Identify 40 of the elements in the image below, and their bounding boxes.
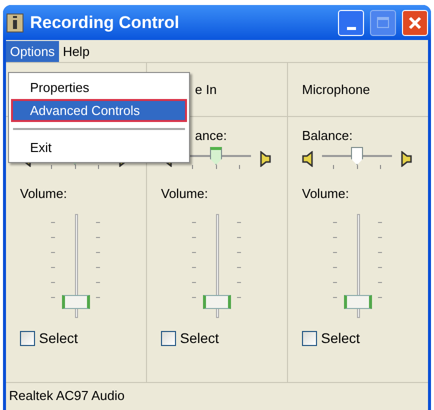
tick-marks [192, 165, 240, 170]
tick-marks [51, 165, 99, 170]
window-title: Recording Control [30, 12, 180, 34]
maximize-button[interactable] [370, 10, 396, 36]
volume-label: Volume: [301, 185, 350, 203]
select-checkbox[interactable]: Select [6, 328, 146, 348]
tick-marks [333, 165, 381, 170]
menu-item[interactable]: Help [58, 41, 94, 62]
volume-label: Volume: [19, 185, 68, 203]
menu-item[interactable]: Options [6, 41, 59, 62]
menu-option[interactable]: Exit [11, 136, 187, 159]
slider-thumb[interactable] [62, 294, 90, 308]
balance-slider[interactable] [322, 147, 392, 165]
speaker-icon [302, 150, 316, 166]
select-checkbox[interactable]: Select [147, 328, 287, 348]
volume-slider[interactable] [62, 214, 90, 318]
slider-thumb[interactable] [210, 147, 222, 165]
balance-label: ance: [194, 126, 227, 144]
balance-label: Balance: [301, 126, 353, 144]
checkbox[interactable] [20, 330, 35, 346]
volume-label: Volume: [160, 185, 209, 203]
minimize-button[interactable] [338, 10, 364, 36]
checkbox[interactable] [302, 330, 317, 346]
status-bar: Realtek AC97 Audio [6, 382, 428, 408]
slider-thumb[interactable] [344, 294, 372, 308]
maximize-icon [377, 17, 389, 28]
menu-option[interactable]: Advanced Controls [11, 99, 187, 122]
channel-title: Microphone [301, 80, 370, 99]
channel-title: e In [194, 80, 217, 99]
checkbox[interactable] [161, 330, 176, 346]
slider-thumb[interactable] [351, 147, 363, 165]
select-checkbox[interactable]: Select [288, 328, 428, 348]
minimize-icon [346, 26, 356, 30]
slider-thumb[interactable] [203, 294, 231, 308]
close-button[interactable] [402, 10, 428, 36]
app-icon [6, 12, 24, 32]
menu-option[interactable]: Properties [11, 76, 187, 99]
volume-slider[interactable] [203, 214, 231, 318]
close-icon [408, 16, 422, 30]
volume-slider[interactable] [344, 214, 372, 318]
